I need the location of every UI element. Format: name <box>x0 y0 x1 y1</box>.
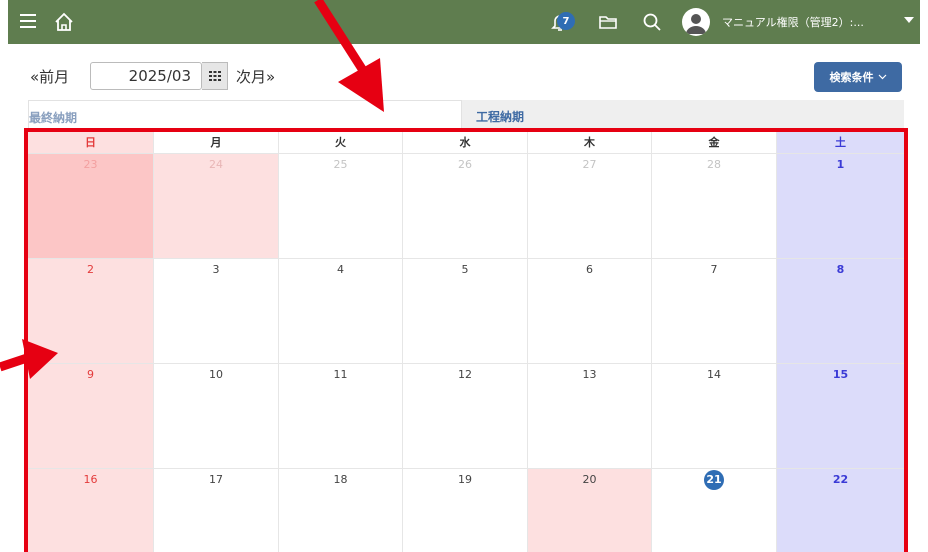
calendar-day[interactable]: 5 <box>403 259 528 364</box>
calendar-day[interactable]: 2 <box>28 259 154 364</box>
folder-icon[interactable] <box>596 10 620 34</box>
calendar-day[interactable]: 8 <box>777 259 904 364</box>
weekday-fri: 金 <box>652 132 777 154</box>
chevron-down-icon <box>878 74 886 80</box>
month-input[interactable] <box>90 62 202 90</box>
search-conditions-label: 検索条件 <box>829 71 874 84</box>
delivery-tabs: 最終納期 工程納期 <box>28 100 904 128</box>
user-name[interactable]: マニュアル権限（管理2）:... <box>722 14 864 30</box>
weekday-thu: 木 <box>528 132 652 154</box>
calendar-day[interactable]: 7 <box>652 259 777 364</box>
calendar-day[interactable]: 16 <box>28 469 154 552</box>
calendar-week: 2 3 4 5 6 7 8 <box>28 259 904 364</box>
calendar-day[interactable]: 18 <box>279 469 403 552</box>
hamburger-icon[interactable] <box>20 14 38 30</box>
previous-month-link[interactable]: «前月 <box>30 66 69 87</box>
calendar-day[interactable]: 9 <box>28 364 154 469</box>
calendar-day[interactable]: 28 <box>652 154 777 259</box>
weekday-sat: 土 <box>777 132 904 154</box>
calendar-day[interactable]: 14 <box>652 364 777 469</box>
calendar-week: 23 24 25 26 27 28 1 <box>28 154 904 259</box>
dropdown-caret-icon[interactable] <box>904 17 914 23</box>
top-navigation-bar: 7 マニュアル権限（管理2）:... <box>8 0 920 44</box>
calendar-day[interactable]: 17 <box>154 469 279 552</box>
calendar-day[interactable]: 27 <box>528 154 652 259</box>
calendar-day[interactable]: 6 <box>528 259 652 364</box>
calendar-week: 9 10 11 12 13 14 15 <box>28 364 904 469</box>
weekday-mon: 月 <box>154 132 279 154</box>
today-marker: 21 <box>704 470 724 490</box>
tab-final-delivery[interactable]: 最終納期 <box>28 100 462 128</box>
home-icon[interactable] <box>52 10 76 34</box>
calendar-week: 16 17 18 19 20 21 22 <box>28 469 904 552</box>
calendar-day[interactable]: 4 <box>279 259 403 364</box>
calendar-day[interactable]: 22 <box>777 469 904 552</box>
calendar-grid: 23 24 25 26 27 28 1 2 3 4 5 6 7 8 9 10 1… <box>28 154 904 552</box>
calendar-day[interactable]: 26 <box>403 154 528 259</box>
weekday-header: 日 月 火 水 木 金 土 <box>28 132 904 154</box>
calendar-day[interactable]: 19 <box>403 469 528 552</box>
calendar-day[interactable]: 11 <box>279 364 403 469</box>
calendar-day[interactable]: 10 <box>154 364 279 469</box>
calendar-day[interactable]: 25 <box>279 154 403 259</box>
weekday-wed: 水 <box>403 132 528 154</box>
search-icon[interactable] <box>640 10 664 34</box>
calendar-day[interactable]: 23 <box>28 154 154 259</box>
user-avatar-icon[interactable] <box>682 8 710 36</box>
calendar-day[interactable]: 20 <box>528 469 652 552</box>
month-calendar: 日 月 火 水 木 金 土 23 24 25 26 27 28 1 2 3 4 … <box>24 128 908 552</box>
calendar-day[interactable]: 3 <box>154 259 279 364</box>
calendar-day[interactable]: 13 <box>528 364 652 469</box>
notification-badge: 7 <box>557 12 575 30</box>
weekday-sun: 日 <box>28 132 154 154</box>
search-conditions-button[interactable]: 検索条件 <box>814 62 902 92</box>
calendar-day[interactable]: 1 <box>777 154 904 259</box>
tab-process-delivery[interactable]: 工程納期 <box>462 100 904 128</box>
calendar-day[interactable]: 15 <box>777 364 904 469</box>
weekday-tue: 火 <box>279 132 403 154</box>
calendar-day[interactable]: 24 <box>154 154 279 259</box>
calendar-day[interactable]: 12 <box>403 364 528 469</box>
next-month-link[interactable]: 次月» <box>236 66 275 87</box>
calendar-picker-icon[interactable] <box>202 62 228 90</box>
calendar-day-today[interactable]: 21 <box>652 469 777 552</box>
